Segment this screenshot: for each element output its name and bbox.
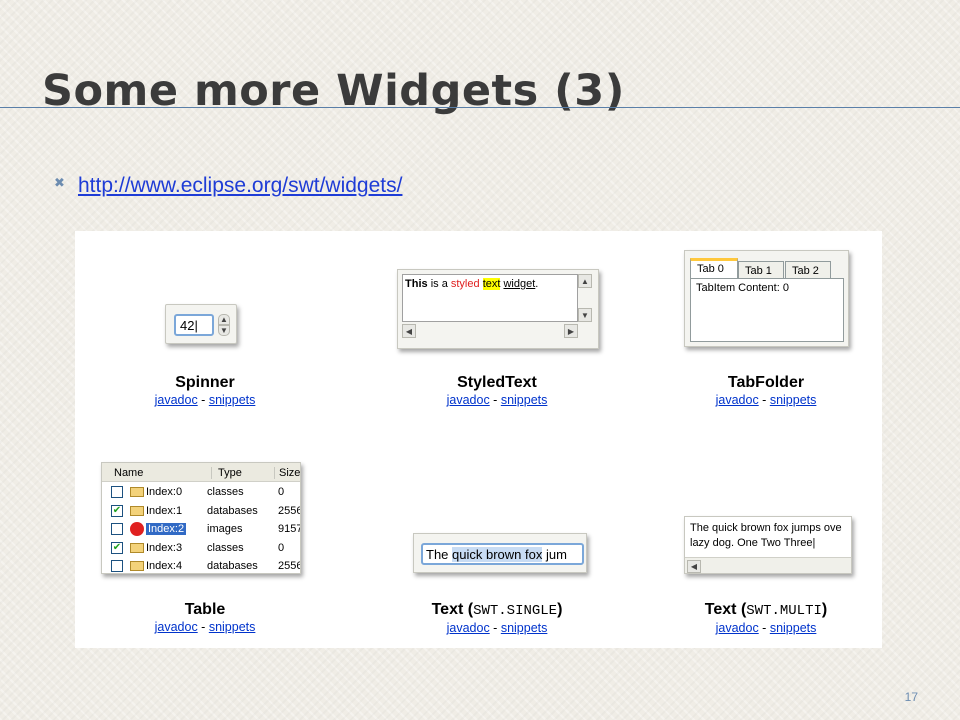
table-row[interactable]: ✔ Index:3 classes 0 [102,539,300,557]
styledtext-area[interactable]: This is a styled text widget. [402,274,578,322]
table-cell: databases [207,504,258,517]
row-checkbox[interactable] [111,560,123,572]
text-multi-title: Text ( [704,601,747,618]
text-multi-area[interactable]: The quick brown fox jumps ove lazy dog. … [690,521,851,551]
table-caption: Table javadoc - snippets [75,601,335,635]
row-checkbox[interactable] [111,486,123,498]
text-multi-widget[interactable]: The quick brown fox jumps ove lazy dog. … [684,516,852,574]
scroll-left-icon[interactable]: ◀ [687,560,701,573]
styledtext-caption: StyledText javadoc - snippets [367,374,627,408]
spinner-caption: Spinner javadoc - snippets [75,374,335,408]
table-cell: Index:0 [146,486,183,498]
slide: Some more Widgets (3) ✖ http://www.eclip… [0,0,960,720]
folder-icon [130,561,144,571]
widgets-panel: 42| ▲ ▼ Spinner javadoc - snippets This … [75,231,882,648]
table-cell: 0 [278,541,285,554]
spinner-snippets-link[interactable]: snippets [209,393,256,407]
table-cell: databases [207,560,258,572]
text-single-javadoc-link[interactable]: javadoc [447,621,490,635]
text-single-caption: Text (SWT.SINGLE) javadoc - snippets [431,601,563,635]
spinner-up-button[interactable]: ▲ [218,314,230,325]
tabfolder-caption: TabFolder javadoc - snippets [636,374,896,408]
table-row[interactable]: Index:4 databases 2556 [102,557,301,573]
spinner-javadoc-link[interactable]: javadoc [155,393,198,407]
scroll-right-icon[interactable]: ▶ [564,324,578,338]
table-row[interactable]: Index:0 classes 0 [102,483,300,501]
error-icon [130,522,144,536]
text-multi-snippets-link[interactable]: snippets [770,621,817,635]
row-checkbox[interactable]: ✔ [111,541,123,554]
horizontal-scrollbar[interactable]: ◀ [685,557,851,573]
table-snippets-link[interactable]: snippets [209,620,256,634]
scroll-up-icon[interactable]: ▲ [578,274,592,288]
spinner-input[interactable]: 42| [174,314,214,336]
table-cell: 2556 [278,504,301,517]
table-cell: 2556 [278,560,301,572]
text-multi-caption: Text (SWT.MULTI) javadoc - snippets [704,601,828,635]
row-checkbox[interactable] [111,523,123,535]
scroll-down-icon[interactable]: ▼ [578,308,592,322]
styledtext-javadoc-link[interactable]: javadoc [447,393,490,407]
table-row[interactable]: ✔ Index:1 databases 2556 [102,502,301,520]
styledtext-widget[interactable]: This is a styled text widget. ▲ ▼ ◀ ▶ [397,269,599,349]
slide-title: Some more Widgets (3) [42,66,625,116]
table-row[interactable]: Index:2 images 9157 [102,520,301,538]
folder-icon [130,542,144,553]
x-bullet-icon: ✖ [54,176,65,191]
folder-icon [130,505,144,516]
table-javadoc-link[interactable]: javadoc [155,620,198,634]
row-checkbox[interactable]: ✔ [111,504,123,517]
table-cell: images [207,523,243,535]
table-cell: classes [207,486,244,498]
text-single-input[interactable]: The quick brown fox jum [421,543,584,565]
spinner-down-button[interactable]: ▼ [218,325,230,336]
tab-0[interactable]: Tab 0 [690,258,738,279]
table-cell: Index:3 [146,541,183,554]
tab-content: TabItem Content: 0 [690,278,844,342]
text-single-title: Text ( [431,601,474,618]
table-header: Name Type Size [102,463,300,482]
eclipse-widgets-link[interactable]: http://www.eclipse.org/swt/widgets/ [78,174,402,198]
text-single-snippets-link[interactable]: snippets [501,621,548,635]
table-cell: Index:1 [146,504,183,517]
tabfolder-javadoc-link[interactable]: javadoc [716,393,759,407]
spinner-widget[interactable]: 42| ▲ ▼ [165,304,237,344]
title-underline [0,107,960,108]
tab-2[interactable]: Tab 2 [785,261,831,279]
tabfolder-widget[interactable]: Tab 0 Tab 1 Tab 2 TabItem Content: 0 [684,250,849,347]
table-cell: Index:2 [146,523,187,535]
page-number: 17 [904,690,918,704]
table-cell: 0 [278,486,285,498]
scroll-left-icon[interactable]: ◀ [402,324,416,338]
styledtext-snippets-link[interactable]: snippets [501,393,548,407]
table-title: Table [184,601,226,618]
column-name[interactable]: Name [114,467,143,479]
column-type[interactable]: Type [211,467,242,479]
column-size[interactable]: Size [274,467,300,479]
tabfolder-title: TabFolder [727,374,805,391]
tabfolder-snippets-link[interactable]: snippets [770,393,817,407]
spinner-title: Spinner [175,374,235,391]
text-multi-javadoc-link[interactable]: javadoc [716,621,759,635]
text-single-widget[interactable]: The quick brown fox jum [413,533,587,573]
table-cell: classes [207,541,244,554]
table-cell: Index:4 [146,560,183,572]
table-cell: 9157 [278,523,301,535]
table-widget[interactable]: Name Type Size Index:0 classes 0 ✔ Index:1 da… [101,462,301,574]
tab-1[interactable]: Tab 1 [738,261,784,279]
folder-icon [130,487,144,497]
styledtext-title: StyledText [457,374,537,391]
